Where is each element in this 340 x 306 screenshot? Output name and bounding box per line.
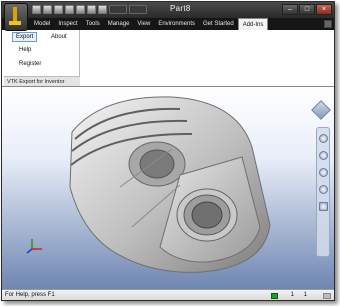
piston-model — [69, 96, 271, 273]
about-button[interactable]: About — [48, 33, 70, 41]
graphics-viewport[interactable] — [2, 87, 334, 289]
tab-view[interactable]: View — [133, 18, 154, 30]
new-icon[interactable] — [32, 5, 41, 14]
orbit-icon[interactable] — [318, 185, 328, 194]
open-icon[interactable] — [43, 5, 52, 14]
update-icon[interactable] — [98, 5, 107, 14]
status-count-1: 1 — [290, 292, 294, 298]
application-window: Part8 – □ × Model Inspect Tools Manage V… — [1, 1, 335, 301]
status-text: For Help, press F1 — [5, 292, 55, 298]
ribbon-tab-bar: Model Inspect Tools Manage View Environm… — [2, 18, 334, 30]
steering-wheel-icon[interactable] — [318, 134, 328, 143]
window-controls: – □ × — [282, 4, 332, 15]
ribbon-options — [324, 18, 334, 30]
tab-environments[interactable]: Environments — [154, 18, 199, 30]
tab-get-started[interactable]: Get Started — [199, 18, 238, 30]
tab-tools[interactable]: Tools — [82, 18, 104, 30]
zoom-icon[interactable] — [318, 168, 328, 177]
redo-icon[interactable] — [76, 5, 85, 14]
status-bar: For Help, press F1 1 1 — [2, 289, 334, 300]
ribbon-minimize-icon[interactable] — [324, 20, 332, 28]
application-menu-button[interactable] — [4, 3, 28, 31]
axis-triad-icon — [26, 239, 42, 254]
inventor-logo-icon — [9, 7, 21, 25]
quick-access-toolbar — [32, 5, 147, 14]
save-icon[interactable] — [54, 5, 63, 14]
status-count-2: 1 — [303, 292, 307, 298]
appearance-dropdown[interactable] — [129, 5, 147, 14]
close-button[interactable]: × — [316, 4, 332, 15]
panel-label: VTK Export for Inventor — [4, 76, 80, 86]
vtk-export-panel: Export About Help Register VTK Export fo… — [4, 30, 80, 86]
status-indicator — [271, 293, 278, 299]
return-icon[interactable] — [87, 5, 96, 14]
tab-add-ins[interactable]: Add-Ins — [237, 18, 269, 30]
tab-manage[interactable]: Manage — [104, 18, 134, 30]
maximize-button[interactable]: □ — [299, 4, 315, 15]
status-grip-icon[interactable] — [323, 293, 331, 299]
tab-inspect[interactable]: Inspect — [54, 18, 81, 30]
register-button[interactable]: Register — [16, 60, 44, 68]
export-button[interactable]: Export — [12, 32, 38, 42]
pan-icon[interactable] — [318, 151, 328, 160]
navigation-bar — [316, 127, 330, 257]
title-bar: Part8 – □ × — [2, 2, 334, 31]
look-at-icon[interactable] — [318, 202, 328, 211]
tab-model[interactable]: Model — [30, 18, 54, 30]
undo-icon[interactable] — [65, 5, 74, 14]
document-title: Part8 — [170, 4, 191, 13]
minimize-button[interactable]: – — [282, 4, 298, 15]
material-dropdown[interactable] — [109, 5, 127, 14]
help-button[interactable]: Help — [16, 46, 34, 54]
ribbon-panel-area: Export About Help Register VTK Export fo… — [2, 30, 334, 87]
